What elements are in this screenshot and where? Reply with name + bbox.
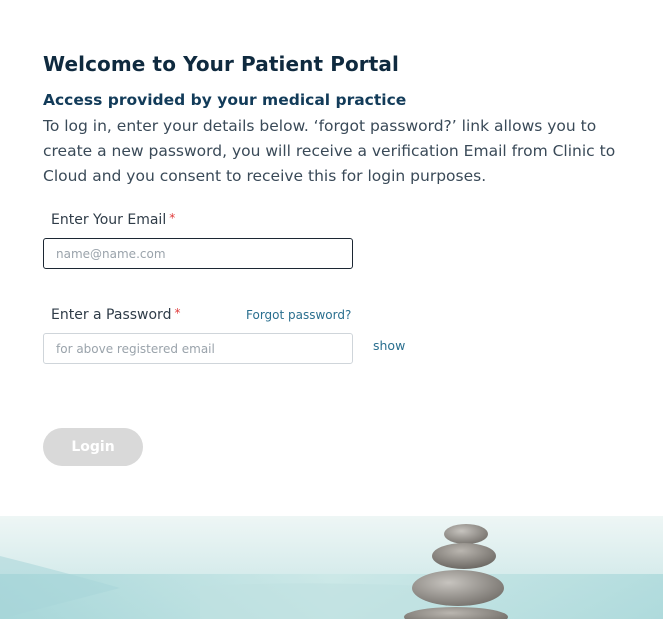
password-label-row: Enter a Password * bbox=[51, 306, 180, 323]
stacked-stones-image bbox=[0, 516, 663, 619]
email-required-marker: * bbox=[169, 211, 176, 225]
intro-text: To log in, enter your details below. ‘fo… bbox=[43, 117, 616, 185]
page-subtitle: Access provided by your medical practice bbox=[43, 91, 407, 109]
password-label: Enter a Password bbox=[51, 307, 172, 323]
password-field[interactable] bbox=[43, 333, 353, 364]
page-title: Welcome to Your Patient Portal bbox=[43, 52, 399, 76]
email-label: Enter Your Email bbox=[51, 212, 167, 228]
login-card: Welcome to Your Patient Portal Access pr… bbox=[0, 0, 663, 619]
show-password-toggle[interactable]: show bbox=[373, 338, 405, 353]
password-required-marker: * bbox=[174, 306, 181, 320]
email-label-row: Enter Your Email * bbox=[51, 211, 175, 228]
forgot-password-link[interactable]: Forgot password? bbox=[246, 308, 351, 322]
login-button[interactable]: Login bbox=[43, 428, 143, 466]
email-field[interactable] bbox=[43, 238, 353, 269]
